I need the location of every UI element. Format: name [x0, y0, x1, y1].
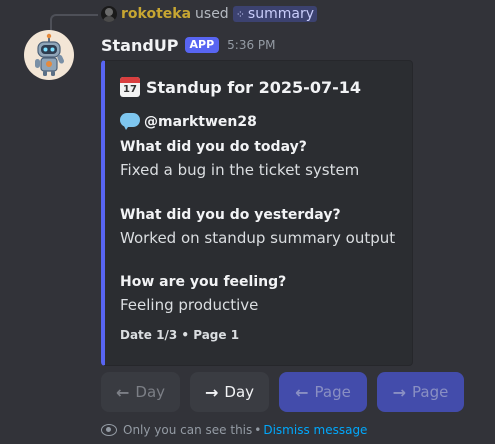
- button-label: Page: [314, 383, 351, 401]
- message-timestamp[interactable]: 5:36 PM: [227, 38, 275, 52]
- right-arrow-icon: →: [392, 382, 407, 402]
- button-label: Day: [224, 383, 255, 401]
- reply-username[interactable]: rokoteka: [121, 6, 191, 22]
- field-name-yesterday: What did you do yesterday?: [120, 207, 341, 223]
- left-arrow-icon: ←: [295, 382, 309, 402]
- message-header: StandUP APP 5:36 PM: [101, 33, 276, 57]
- slash-command-icon: ⁘: [235, 7, 245, 21]
- separator: •: [254, 423, 262, 437]
- embed-title: 17 Standup for 2025-07-14: [120, 77, 361, 97]
- reply-connector: [50, 14, 98, 30]
- app-badge: APP: [184, 37, 220, 53]
- embed-footer: Date 1/3 • Page 1: [120, 328, 240, 342]
- right-arrow-icon: →: [204, 382, 219, 402]
- calendar-icon: 17: [120, 77, 140, 97]
- ephemeral-notice: Only you can see this • Dismiss message: [101, 423, 367, 437]
- dismiss-message-link[interactable]: Dismiss message: [263, 423, 367, 437]
- next-page-button[interactable]: → Page: [377, 372, 464, 412]
- command-reply-header: rokoteka used ⁘ summary: [101, 4, 317, 24]
- reply-user-avatar[interactable]: [101, 6, 117, 22]
- robot-icon: [35, 33, 65, 76]
- calendar-day: 17: [123, 84, 137, 95]
- button-label: Day: [135, 383, 166, 401]
- embed-author-name: @marktwen28: [144, 114, 257, 130]
- next-day-button[interactable]: → Day: [190, 372, 269, 412]
- field-name-feeling: How are you feeling?: [120, 274, 287, 290]
- previous-page-button[interactable]: ← Page: [279, 372, 367, 412]
- field-name-today: What did you do today?: [120, 139, 307, 155]
- ephemeral-text: Only you can see this: [123, 423, 253, 437]
- button-label: Page: [412, 383, 449, 401]
- field-value-feeling: Feeling productive: [120, 296, 259, 314]
- reply-used-text: used: [195, 6, 229, 22]
- bot-avatar[interactable]: [24, 30, 74, 80]
- standup-embed: 17 Standup for 2025-07-14 @marktwen28 Wh…: [101, 60, 413, 366]
- bot-username[interactable]: StandUP: [101, 36, 179, 55]
- left-arrow-icon: ←: [115, 382, 130, 402]
- slash-command[interactable]: ⁘ summary: [232, 6, 317, 22]
- field-value-yesterday: Worked on standup summary output: [120, 229, 396, 247]
- previous-day-button[interactable]: ← Day: [101, 372, 180, 412]
- eye-icon: [101, 424, 117, 436]
- embed-author: @marktwen28: [120, 113, 257, 131]
- command-name: summary: [247, 6, 314, 22]
- field-value-today: Fixed a bug in the ticket system: [120, 161, 360, 179]
- embed-title-text: Standup for 2025-07-14: [146, 77, 361, 97]
- speech-bubble-icon: [120, 113, 140, 131]
